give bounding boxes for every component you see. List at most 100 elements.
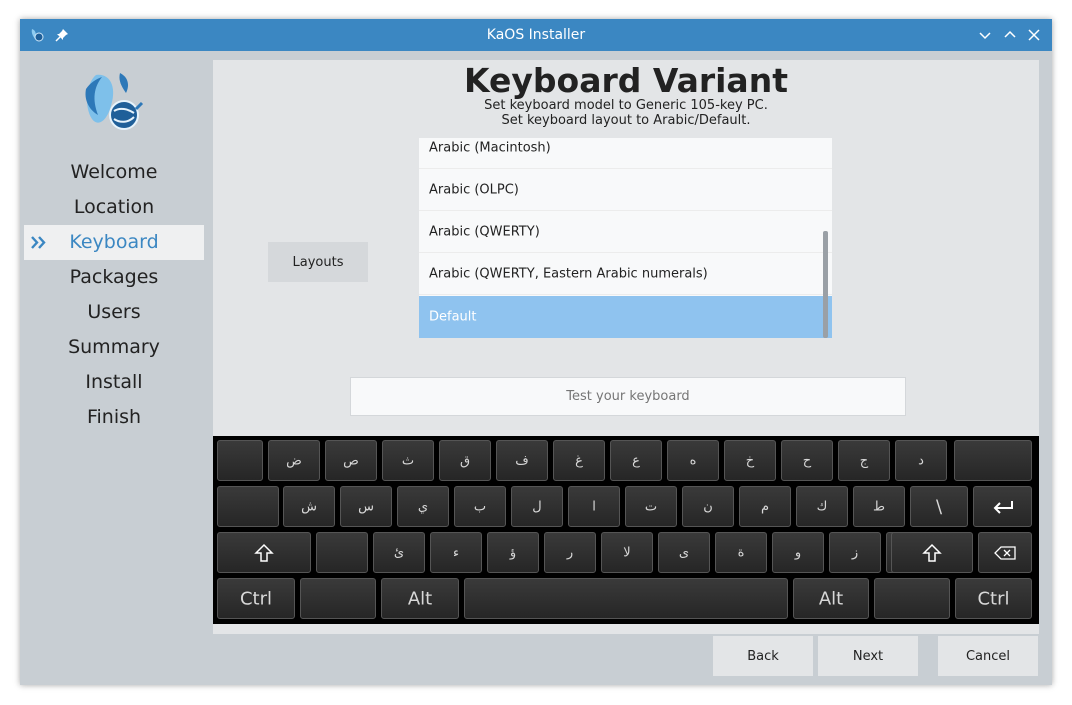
close-icon[interactable] xyxy=(1024,25,1044,45)
shift-icon xyxy=(254,543,274,562)
key-ctrl-left: Ctrl xyxy=(217,578,295,619)
shift-icon xyxy=(922,543,942,562)
key-enter xyxy=(973,486,1032,527)
key: ي xyxy=(397,486,449,527)
key xyxy=(316,532,368,573)
key: ا xyxy=(568,486,620,527)
variant-label: Arabic (OLPC) xyxy=(429,182,519,197)
step-packages: Packages xyxy=(24,260,204,295)
key: ق xyxy=(439,440,491,481)
keyboard-test-input[interactable] xyxy=(350,377,906,416)
list-item[interactable]: Arabic (QWERTY, Eastern Arabic numerals) xyxy=(419,253,832,295)
sidebar: Welcome Location Keyboard Packages Users… xyxy=(24,51,204,681)
back-button[interactable]: Back xyxy=(713,636,813,676)
step-summary: Summary xyxy=(24,330,204,365)
double-chevron-right-icon xyxy=(31,236,46,249)
step-label: Keyboard xyxy=(69,231,159,253)
list-item[interactable]: Arabic (OLPC) xyxy=(419,169,832,211)
key: ل xyxy=(511,486,563,527)
list-item-selected[interactable]: Default xyxy=(419,296,832,338)
backspace-icon xyxy=(994,545,1016,560)
variant-label: Default xyxy=(429,309,477,325)
variant-label: Arabic (QWERTY, Eastern Arabic numerals) xyxy=(429,266,708,281)
step-welcome: Welcome xyxy=(24,155,204,190)
layouts-button[interactable]: Layouts xyxy=(268,242,368,282)
key: ئ xyxy=(373,532,425,573)
step-label: Welcome xyxy=(70,161,158,183)
installer-window: KaOS Installer Welcome Location Keyboard… xyxy=(20,19,1052,685)
keyboard-preview: ض ص ث ق ف غ ع ه خ ح ج د ش س ي ب ل ا ت ن … xyxy=(213,436,1039,624)
key: ع xyxy=(610,440,662,481)
key: و xyxy=(772,532,824,573)
key: ء xyxy=(430,532,482,573)
step-label: Packages xyxy=(69,266,159,288)
key: ث xyxy=(382,440,434,481)
variant-label: Arabic (Macintosh) xyxy=(429,140,551,155)
key: ى xyxy=(658,532,710,573)
key: ؤ xyxy=(487,532,539,573)
key xyxy=(954,440,1032,481)
step-label: Finish xyxy=(86,406,142,428)
list-item[interactable]: Arabic (Macintosh) xyxy=(419,138,832,169)
key xyxy=(874,578,950,619)
key-shift-right xyxy=(891,532,973,573)
key: ز xyxy=(829,532,881,573)
variant-list[interactable]: Arabic (Macintosh) Arabic (OLPC) Arabic … xyxy=(419,138,832,338)
step-keyboard: Keyboard xyxy=(24,225,204,260)
cancel-button[interactable]: Cancel xyxy=(938,636,1038,676)
key: ه xyxy=(667,440,719,481)
step-users: Users xyxy=(24,295,204,330)
window-title: KaOS Installer xyxy=(486,27,586,43)
next-button[interactable]: Next xyxy=(818,636,918,676)
layout-info: Set keyboard layout to Arabic/Default. xyxy=(501,113,751,128)
key xyxy=(300,578,376,619)
key: ب xyxy=(454,486,506,527)
model-info: Set keyboard model to Generic 105-key PC… xyxy=(484,98,768,113)
step-install: Install xyxy=(24,365,204,400)
key-ctrl-right: Ctrl xyxy=(955,578,1032,619)
kaos-logo xyxy=(85,73,144,130)
key: ر xyxy=(544,532,596,573)
keyboard-page: Keyboard Variant Set keyboard model to G… xyxy=(213,60,1039,634)
key: ة xyxy=(715,532,767,573)
key: \ xyxy=(910,486,968,527)
step-label: Location xyxy=(73,196,155,218)
key: ض xyxy=(268,440,320,481)
key: د xyxy=(895,440,947,481)
key-shift-left xyxy=(217,532,311,573)
key-alt-right: Alt xyxy=(793,578,869,619)
step-label: Install xyxy=(85,371,143,393)
list-scrollbar[interactable] xyxy=(823,231,828,338)
key: ف xyxy=(496,440,548,481)
key: س xyxy=(340,486,392,527)
key: ط xyxy=(853,486,905,527)
key: ت xyxy=(625,486,677,527)
step-location: Location xyxy=(24,190,204,225)
key xyxy=(217,440,263,481)
step-finish: Finish xyxy=(24,400,204,435)
enter-icon xyxy=(993,500,1013,514)
step-list: Welcome Location Keyboard Packages Users… xyxy=(24,155,204,435)
key: غ xyxy=(553,440,605,481)
key: خ xyxy=(724,440,776,481)
key: لا xyxy=(601,532,653,573)
key: ج xyxy=(838,440,890,481)
key: م xyxy=(739,486,791,527)
key-alt-left: Alt xyxy=(381,578,459,619)
maximize-icon[interactable] xyxy=(1000,25,1020,45)
list-item[interactable]: Arabic (QWERTY) xyxy=(419,211,832,253)
title-bar[interactable]: KaOS Installer xyxy=(20,19,1052,51)
step-label: Users xyxy=(87,301,141,323)
key: ص xyxy=(325,440,377,481)
variant-label: Arabic (QWERTY) xyxy=(429,224,540,239)
key: ن xyxy=(682,486,734,527)
key xyxy=(217,486,279,527)
key-space xyxy=(464,578,788,619)
page-title: Keyboard Variant xyxy=(464,61,788,100)
key-backspace xyxy=(978,532,1032,573)
key: ح xyxy=(781,440,833,481)
minimize-icon[interactable] xyxy=(975,25,995,45)
step-label: Summary xyxy=(68,336,160,358)
key: ش xyxy=(283,486,335,527)
key: ك xyxy=(796,486,848,527)
